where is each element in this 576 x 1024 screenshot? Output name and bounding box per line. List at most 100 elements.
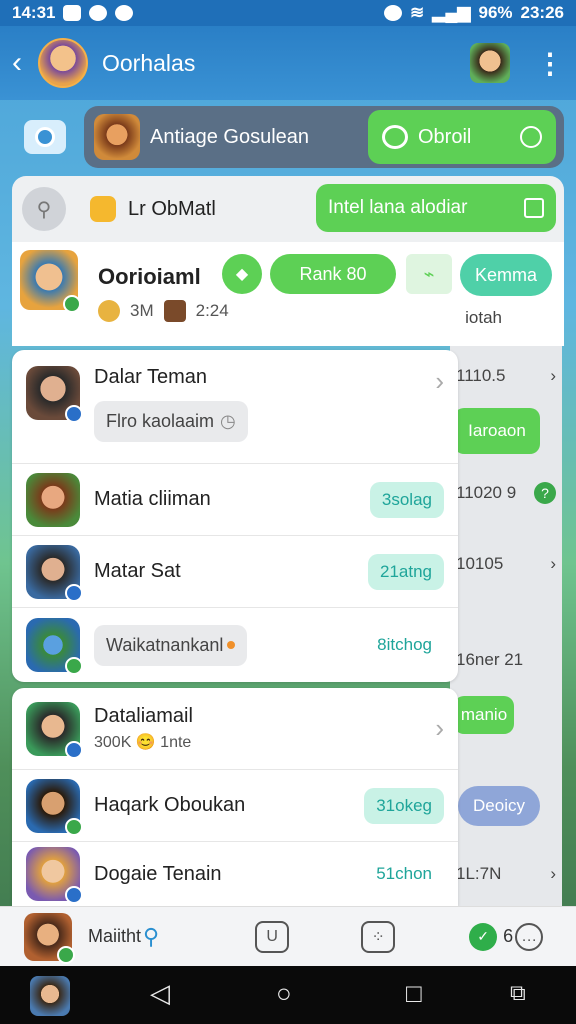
status-time: 14:31 — [12, 3, 56, 22]
game-card[interactable]: Antiage Gosulean Obroil — [84, 106, 564, 168]
back-arrow-icon[interactable]: ‹ — [12, 46, 32, 80]
game-title: Antiage Gosulean — [150, 125, 310, 148]
search-icon[interactable]: ⚲ — [22, 187, 66, 231]
status-tag: 3solag — [369, 481, 444, 518]
game-bar: Antiage Gosulean Obroil — [0, 100, 576, 174]
list-item[interactable]: Dalar Teman Flro kaolaaim ◷ › — [12, 350, 458, 464]
recents-icon[interactable]: □ — [406, 978, 422, 1009]
right-column: 1110.5 › Iaroaon 11020 9 ? 10105 › 16ner… — [450, 346, 562, 906]
profile-avatar-button[interactable] — [470, 43, 510, 83]
profile-card: Oorioiaml 3M 2:24 ◆ Rank 80 ⌁ Kemma iota… — [12, 242, 564, 346]
game-button-label: Obroil — [418, 125, 472, 148]
online-badge — [65, 657, 83, 675]
right-pill-2-label: manio — [460, 705, 508, 724]
right-item-5[interactable]: 1L:7N › — [456, 864, 556, 884]
list-item-name: Dataliamail — [94, 705, 193, 727]
avatar — [26, 472, 80, 527]
verified-badge — [65, 886, 83, 904]
status-tag: 51chon — [376, 864, 432, 883]
section-title: Dalar Teman — [94, 366, 208, 388]
list-item[interactable]: Matia cliiman 3solag — [12, 464, 458, 536]
app-header: ‹ Oorhalas ⋮ — [0, 26, 576, 100]
list-item-sub: 300K 😊 1nte — [94, 734, 192, 751]
home-icon[interactable]: ○ — [276, 978, 292, 1009]
game-open-button[interactable]: Obroil — [368, 110, 556, 164]
header-avatar[interactable] — [38, 38, 88, 88]
chat-icon[interactable]: … — [515, 922, 544, 951]
profile-stat-1: 3M — [130, 301, 154, 320]
emoji-icon — [90, 196, 116, 222]
record-icon — [89, 5, 108, 21]
right-item-4[interactable]: 16ner 21 — [456, 650, 556, 670]
kemma-label: Kemma — [474, 264, 537, 285]
list-item[interactable]: Dogaie Tenain 51chon — [12, 842, 458, 906]
chat-bubble-icon — [382, 125, 408, 149]
game-thumbnail — [94, 114, 140, 160]
check-icon: ? — [534, 482, 556, 504]
status-bar: 14:31 ≋ ▂▄▆ 96% 23:26 — [0, 0, 576, 26]
status-clock: 23:26 — [520, 3, 564, 22]
external-link-icon — [524, 198, 544, 218]
back-icon[interactable]: ◁ — [150, 978, 170, 1009]
status-tag: 8itchog — [377, 635, 432, 654]
recent-app-thumbnail[interactable] — [30, 976, 70, 1016]
right-item-5-label: 1L:7N — [456, 864, 502, 883]
verified-badge — [65, 740, 83, 759]
alarm-icon — [384, 5, 403, 21]
rank-button[interactable]: Rank 80 — [270, 254, 396, 294]
clock-icon: ◷ — [220, 411, 236, 431]
online-button[interactable]: Intel lana alodiar — [316, 184, 556, 232]
verified-badge — [65, 405, 83, 423]
list-item[interactable]: Waikatnankanl 8itchog — [12, 608, 458, 682]
status-tag: 31okeg — [364, 787, 444, 824]
unread-dot-icon — [227, 641, 236, 649]
status-pill-label: Flro kaolaaim — [106, 411, 215, 431]
check-icon[interactable]: ✓ — [469, 922, 498, 951]
right-item-1[interactable]: 1110.5 › — [456, 366, 556, 386]
rank-label: Rank 80 — [299, 263, 367, 284]
avatar — [26, 701, 83, 759]
list-item[interactable]: Haqark Oboukan 31okeg — [12, 770, 458, 842]
chevron-right-icon: › — [550, 366, 556, 385]
verified-badge — [65, 583, 83, 602]
diamond-button[interactable]: ◆ — [222, 254, 262, 294]
panel-title: Lr ObMatl — [128, 197, 216, 220]
avatar — [26, 847, 83, 904]
right-item-3[interactable]: 10105 › — [456, 554, 556, 574]
signal-icon: ▂▄▆ — [432, 3, 471, 22]
right-item-3-label: 10105 — [456, 554, 504, 573]
app-bottom-nav: Maiitht ⚲ U ⁘ ✓ 6 … — [0, 906, 576, 966]
profile-avatar[interactable] — [20, 250, 81, 313]
system-nav-bar: ◁ ○ □ ⧉ — [0, 966, 576, 1024]
chat-icon — [115, 5, 134, 21]
wifi-icon: ≋ — [410, 3, 425, 22]
game-icon[interactable]: ⁘ — [361, 920, 396, 953]
chevron-right-icon: › — [550, 554, 556, 573]
more-options-icon[interactable]: ⋮ — [536, 47, 564, 80]
camera-icon[interactable] — [24, 120, 66, 154]
right-item-2[interactable]: 11020 9 ? — [456, 482, 556, 504]
message-icon[interactable]: U — [255, 920, 290, 953]
list-item[interactable]: Dataliamail 300K 😊 1nte › — [12, 688, 458, 770]
profile-stat-2: 2:24 — [195, 301, 229, 320]
search-icon[interactable]: ⚲ — [143, 924, 159, 950]
message-pill[interactable]: Waikatnankanl — [94, 624, 248, 666]
online-badge — [63, 295, 81, 313]
online-badge — [65, 817, 83, 836]
friends-list-card: Dalar Teman Flro kaolaaim ◷ › Matia clii… — [12, 350, 458, 682]
online-button-label: Intel lana alodiar — [328, 197, 468, 218]
screenshot-icon[interactable]: ⧉ — [510, 980, 526, 1006]
my-avatar-button[interactable] — [24, 912, 75, 964]
kemma-button[interactable]: Kemma — [460, 254, 552, 296]
list-item[interactable]: Matar Sat 21atng — [12, 536, 458, 608]
chevron-right-icon: › — [550, 864, 556, 883]
shield-icon — [520, 126, 542, 148]
right-pill-3[interactable]: Deoicy — [458, 786, 540, 826]
profile-name: Oorioiaml — [98, 264, 201, 289]
chart-icon[interactable]: ⌁ — [406, 254, 452, 294]
chevron-right-icon: › — [435, 366, 444, 396]
right-pill-1[interactable]: Iaroaon — [454, 408, 540, 454]
battery-level: 96% — [478, 3, 513, 22]
right-pill-2[interactable]: manio — [454, 696, 514, 734]
status-pill[interactable]: Flro kaolaaim ◷ — [94, 401, 248, 442]
